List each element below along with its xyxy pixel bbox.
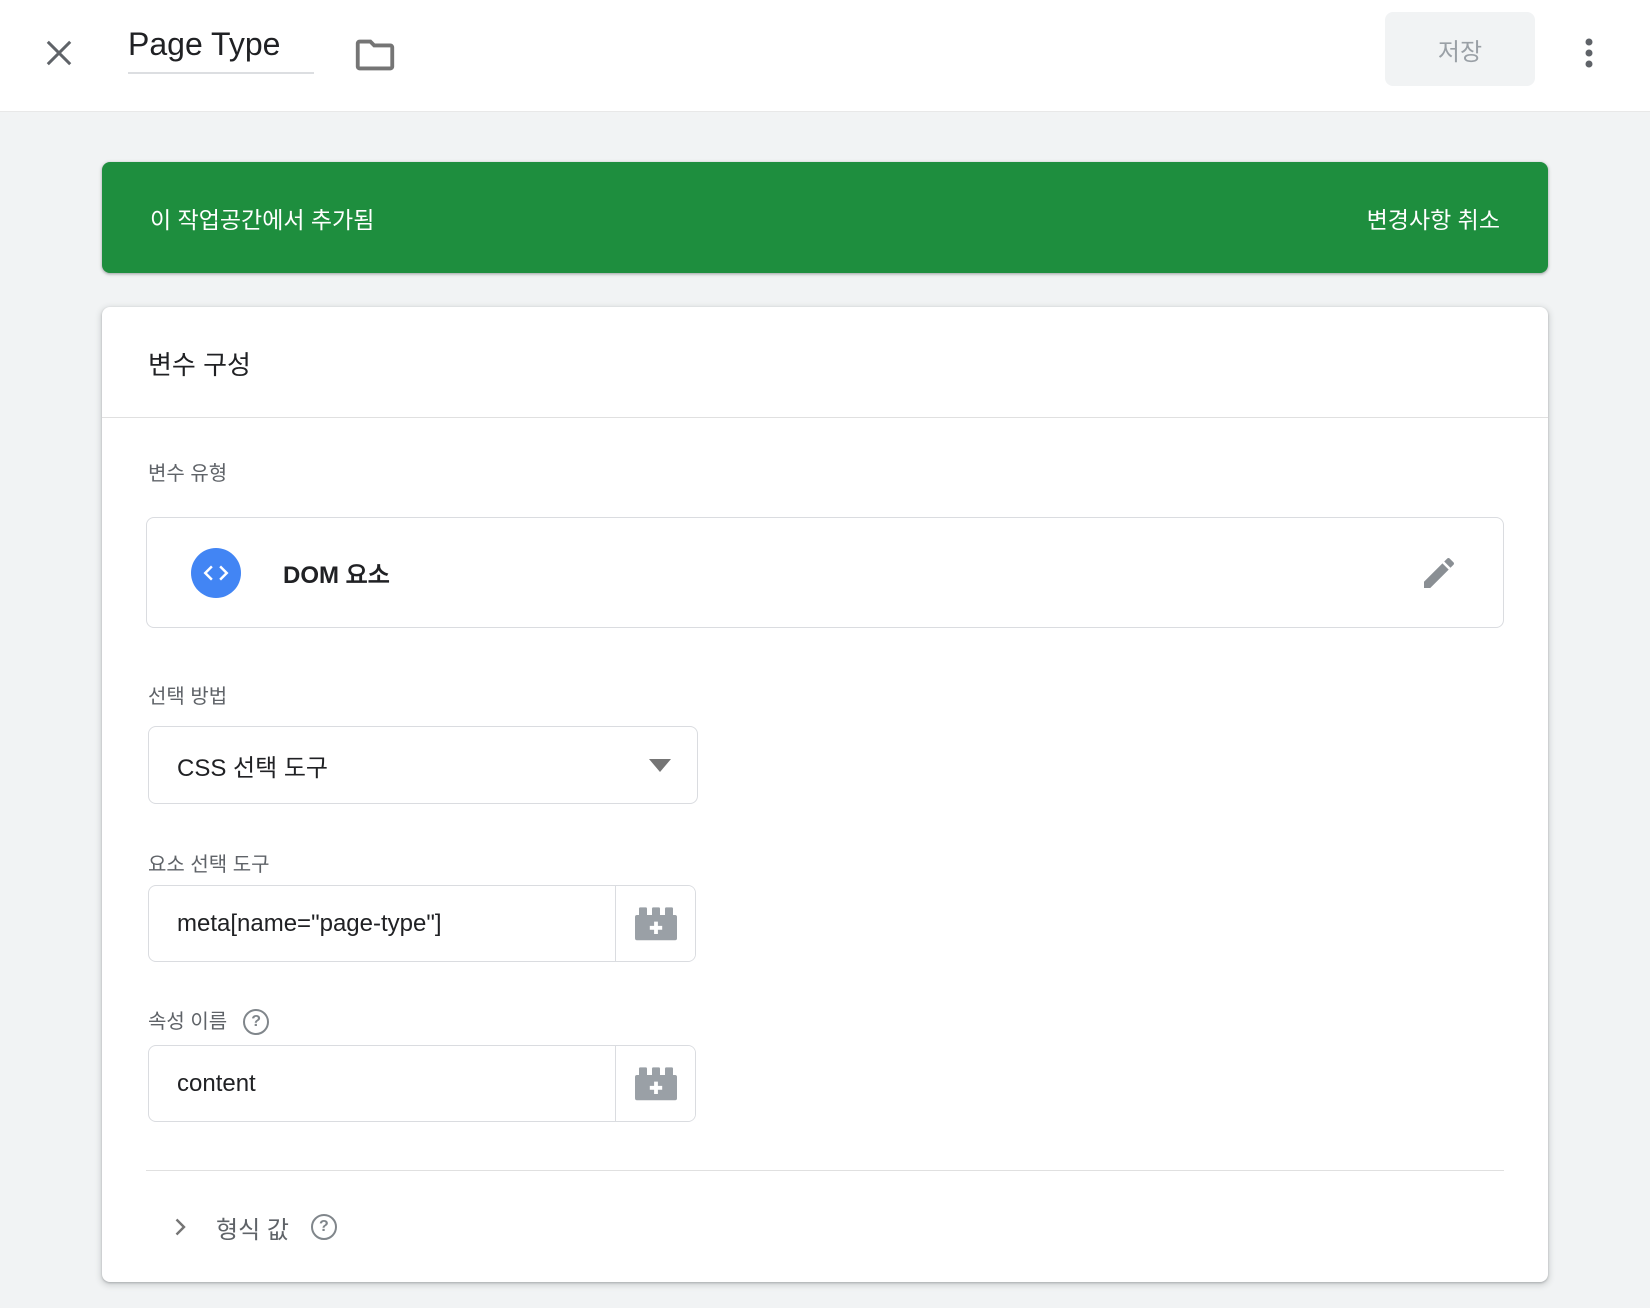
gtm-variable-editor: { "header": { "title": "Page Type", "sav…: [0, 0, 1650, 1308]
variable-name-field[interactable]: Page Type: [128, 24, 314, 74]
dropdown-arrow-icon: [649, 759, 671, 772]
close-icon: [38, 32, 80, 74]
edit-variable-type-button[interactable]: [1419, 553, 1459, 593]
element-selector-label: 요소 선택 도구: [148, 852, 270, 878]
kebab-menu-icon: [1569, 33, 1609, 73]
attribute-name-label: 속성 이름: [148, 1009, 227, 1035]
edit-pencil-icon: [1419, 553, 1459, 593]
top-bar: Page Type 저장: [0, 0, 1650, 112]
element-selector-row: [148, 885, 696, 962]
attribute-name-row: [148, 1045, 696, 1122]
banner-message: 이 작업공간에서 추가됨: [150, 201, 374, 235]
format-value-toggle[interactable]: 형식 값 ?: [146, 1201, 337, 1253]
attribute-name-input[interactable]: [149, 1046, 615, 1121]
format-value-label: 형식 값: [216, 1210, 289, 1245]
close-button[interactable]: [36, 30, 82, 76]
variable-type-value: DOM 요소: [283, 555, 390, 590]
help-icon[interactable]: ?: [243, 1009, 269, 1035]
variable-brick-icon: [632, 905, 680, 943]
move-to-folder-button[interactable]: [350, 30, 400, 80]
selection-method-value: CSS 선택 도구: [177, 748, 328, 783]
folder-icon: [352, 32, 398, 78]
selection-method-dropdown[interactable]: CSS 선택 도구: [148, 726, 698, 804]
variable-type-label: 변수 유형: [148, 461, 227, 487]
card-title: 변수 구성: [148, 345, 251, 382]
insert-variable-button[interactable]: [615, 886, 695, 961]
code-icon: [201, 558, 231, 588]
variable-brick-icon: [632, 1065, 680, 1103]
help-icon[interactable]: ?: [311, 1214, 337, 1240]
format-section-divider: [146, 1170, 1504, 1171]
variable-type-selector[interactable]: DOM 요소: [146, 517, 1504, 628]
chevron-right-icon: [166, 1213, 194, 1241]
save-button[interactable]: 저장: [1385, 12, 1535, 86]
attribute-name-label-row: 속성 이름 ?: [148, 1009, 269, 1035]
insert-variable-button[interactable]: [615, 1046, 695, 1121]
workspace-status-banner: 이 작업공간에서 추가됨 변경사항 취소: [102, 162, 1548, 273]
element-selector-input[interactable]: [149, 886, 615, 961]
selection-method-label: 선택 방법: [148, 684, 227, 710]
card-header-divider: [102, 417, 1548, 418]
variable-type-icon-circle: [191, 548, 241, 598]
more-options-button[interactable]: [1565, 26, 1613, 80]
variable-config-card: 변수 구성 변수 유형 DOM 요소 선택 방법 CSS 선택 도구 요소 선택…: [102, 307, 1548, 1282]
discard-changes-button[interactable]: 변경사항 취소: [1367, 201, 1500, 235]
variable-name[interactable]: Page Type: [128, 26, 280, 62]
